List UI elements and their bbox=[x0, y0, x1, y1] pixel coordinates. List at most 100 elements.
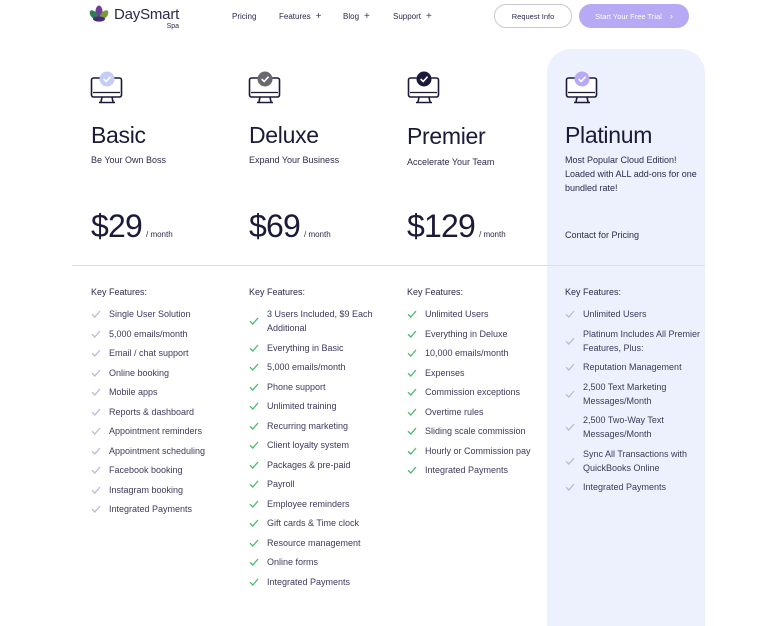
plan-name: Premier bbox=[407, 123, 486, 149]
lotus-logo-icon bbox=[89, 5, 109, 22]
nav-features[interactable]: Features + bbox=[279, 11, 321, 21]
feature-item: 2,500 Text Marketing Messages/Month bbox=[565, 380, 715, 408]
feature-list: Unlimited Users Platinum Includes All Pre… bbox=[565, 307, 715, 500]
feature-item: Unlimited Users bbox=[565, 307, 715, 321]
brand-name: DaySmart bbox=[114, 6, 180, 23]
request-info-button[interactable]: Request Info bbox=[494, 4, 572, 28]
check-icon bbox=[91, 388, 101, 396]
free-trial-button[interactable]: Start Your Free Trial › bbox=[579, 4, 689, 28]
feature-text: Employee reminders bbox=[267, 498, 350, 509]
feature-list: 3 Users Included, $9 Each Additional Ever… bbox=[249, 307, 399, 594]
check-icon bbox=[407, 388, 417, 396]
plan-tagline: Accelerate Your Team bbox=[407, 157, 495, 167]
feature-text: Instagram booking bbox=[109, 484, 184, 495]
nav-support[interactable]: Support + bbox=[393, 10, 432, 22]
plan-tagline: Be Your Own Boss bbox=[91, 155, 167, 165]
feature-list: Unlimited Users Everything in Deluxe 10,00… bbox=[407, 307, 557, 483]
feature-item: 3 Users Included, $9 Each Additional bbox=[249, 307, 399, 335]
nav-pricing[interactable]: Pricing bbox=[232, 12, 256, 21]
check-icon bbox=[91, 369, 101, 377]
check-icon bbox=[91, 447, 101, 455]
feature-item: 5,000 emails/month bbox=[249, 360, 399, 374]
check-icon bbox=[565, 390, 575, 398]
nav-features-label: Features bbox=[279, 12, 311, 21]
feature-text: Sync All Transactions with QuickBooks On… bbox=[583, 448, 688, 473]
feature-item: Email / chat support bbox=[91, 346, 241, 360]
feature-text: Integrated Payments bbox=[109, 504, 193, 514]
price-amount: $129 bbox=[407, 208, 476, 244]
key-features-title: Key Features: bbox=[91, 287, 148, 297]
monitor-check-icon bbox=[407, 71, 440, 104]
feature-text: Online forms bbox=[267, 557, 319, 567]
check-icon bbox=[407, 427, 417, 435]
check-icon bbox=[565, 457, 575, 465]
feature-text: Commission exceptions bbox=[425, 387, 521, 397]
feature-text: Online booking bbox=[109, 367, 170, 378]
feature-item: Gift cards & Time clock bbox=[249, 516, 399, 530]
feature-item: Integrated Payments bbox=[407, 463, 557, 477]
nav-blog[interactable]: Blog + bbox=[343, 10, 370, 22]
feature-text: Hourly or Commission pay bbox=[425, 445, 531, 456]
feature-item: Integrated Payments bbox=[91, 502, 241, 516]
plus-icon: + bbox=[426, 10, 432, 22]
feature-text: Recurring marketing bbox=[267, 420, 349, 431]
feature-item: Mobile apps bbox=[91, 385, 241, 399]
feature-text: Email / chat support bbox=[109, 348, 189, 358]
feature-text: Expenses bbox=[425, 367, 465, 378]
feature-item: Payroll bbox=[249, 477, 399, 491]
feature-text: Facebook booking bbox=[109, 465, 183, 475]
check-icon bbox=[407, 349, 417, 357]
feature-item: Packages & pre-paid bbox=[249, 458, 399, 472]
check-icon bbox=[249, 363, 259, 371]
feature-item: Employee reminders bbox=[249, 497, 399, 511]
feature-item: 2,500 Two-Way Text Messages/Month bbox=[565, 413, 715, 441]
feature-text: Everything in Deluxe bbox=[425, 328, 508, 339]
check-icon bbox=[249, 539, 259, 547]
key-features-title: Key Features: bbox=[407, 287, 464, 297]
plan-price: $69 / month bbox=[249, 208, 331, 245]
check-icon bbox=[407, 330, 417, 338]
chevron-right-icon: › bbox=[669, 11, 673, 21]
feature-text: 3 Users Included, $9 Each Additional bbox=[267, 309, 373, 333]
check-icon bbox=[565, 423, 575, 431]
feature-text: Reputation Management bbox=[583, 362, 682, 372]
price-unit: / month bbox=[479, 230, 506, 239]
feature-item: Facebook booking bbox=[91, 463, 241, 477]
check-icon bbox=[91, 505, 101, 513]
check-icon bbox=[249, 344, 259, 352]
feature-item: Client loyalty system bbox=[249, 438, 399, 452]
check-icon bbox=[91, 310, 101, 318]
feature-item: Sync All Transactions with QuickBooks On… bbox=[565, 447, 715, 475]
plan-name: Basic bbox=[91, 122, 146, 148]
feature-item: Unlimited training bbox=[249, 399, 399, 413]
plan-tagline: Most Popular Cloud Edition! Loaded with … bbox=[565, 155, 697, 193]
brand-sub: Spa bbox=[166, 23, 180, 30]
key-features-title: Key Features: bbox=[565, 287, 622, 297]
check-icon bbox=[407, 310, 417, 318]
nav-support-label: Support bbox=[393, 12, 422, 21]
feature-item: Instagram booking bbox=[91, 483, 241, 497]
plan-name: Platinum bbox=[565, 122, 653, 148]
feature-item: Expenses bbox=[407, 366, 557, 380]
plus-icon: + bbox=[364, 10, 370, 22]
check-icon bbox=[249, 578, 259, 586]
feature-text: Overtime rules bbox=[425, 406, 484, 417]
feature-item: Hourly or Commission pay bbox=[407, 444, 557, 458]
brand-logo[interactable]: DaySmart Spa bbox=[89, 4, 179, 30]
check-icon bbox=[91, 330, 101, 338]
check-icon bbox=[565, 363, 575, 371]
check-icon bbox=[407, 408, 417, 416]
feature-item: Reputation Management bbox=[565, 360, 715, 374]
feature-text: Everything in Basic bbox=[267, 342, 344, 353]
feature-text: Appointment reminders bbox=[109, 426, 203, 436]
feature-item: Integrated Payments bbox=[249, 575, 399, 589]
feature-item: Reports & dashboard bbox=[91, 405, 241, 419]
check-icon bbox=[249, 383, 259, 391]
feature-item: Integrated Payments bbox=[565, 480, 715, 494]
feature-text: Integrated Payments bbox=[267, 576, 351, 587]
feature-text: Phone support bbox=[267, 381, 326, 392]
feature-text: Reports & dashboard bbox=[109, 406, 195, 417]
feature-item: Unlimited Users bbox=[407, 307, 557, 321]
check-icon bbox=[565, 310, 575, 318]
check-icon bbox=[565, 337, 575, 345]
